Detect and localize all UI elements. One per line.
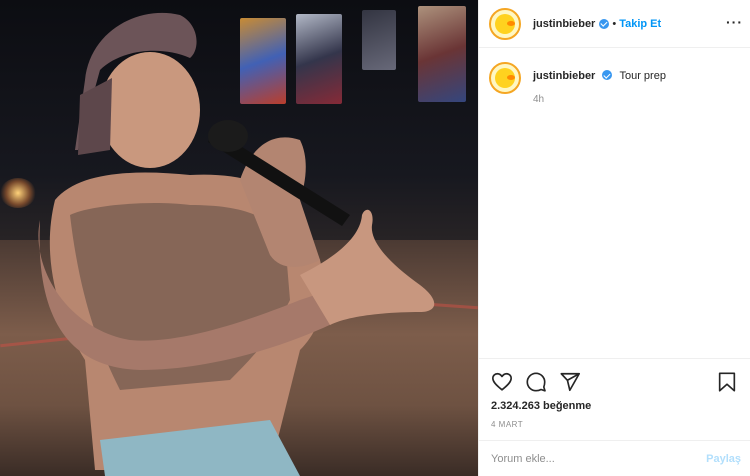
post-comment-button[interactable]: Paylaş (706, 453, 741, 465)
post-photo[interactable] (0, 0, 478, 476)
heart-icon[interactable] (491, 371, 513, 393)
avatar[interactable] (489, 7, 521, 40)
verified-badge-icon (602, 70, 613, 80)
caption-avatar[interactable] (489, 62, 521, 94)
comment-icon[interactable] (525, 371, 547, 393)
comment-input[interactable] (491, 452, 707, 465)
caption-time[interactable]: 4h (533, 94, 544, 105)
post-header: justinbieber • Takip Et ··· (479, 0, 750, 48)
photo-subject (38, 12, 435, 476)
header-username[interactable]: justinbieber (533, 18, 595, 30)
caption: justinbieber Tour prep (489, 62, 666, 94)
post-side-panel: justinbieber • Takip Et ··· justinbieber… (478, 0, 750, 476)
caption-text-block: justinbieber Tour prep (533, 70, 666, 82)
caption-text: Tour prep (619, 70, 666, 82)
more-options-icon[interactable]: ··· (726, 14, 743, 30)
actions-divider (479, 358, 750, 359)
likes-count[interactable]: 2.324.263 beğenme (491, 400, 591, 412)
header-separator: • (612, 17, 617, 30)
post-date: 4 MART (491, 420, 524, 429)
duck-logo-icon (495, 68, 515, 88)
follow-button[interactable]: Takip Et (619, 18, 661, 30)
caption-username[interactable]: justinbieber (533, 70, 595, 82)
instagram-post: justinbieber • Takip Et ··· justinbieber… (0, 0, 750, 476)
verified-badge-icon (599, 18, 610, 29)
bookmark-icon[interactable] (716, 371, 738, 393)
post-actions (491, 371, 581, 393)
duck-logo-icon (495, 13, 515, 34)
send-icon[interactable] (559, 371, 581, 393)
comment-form: Paylaş (479, 440, 750, 476)
